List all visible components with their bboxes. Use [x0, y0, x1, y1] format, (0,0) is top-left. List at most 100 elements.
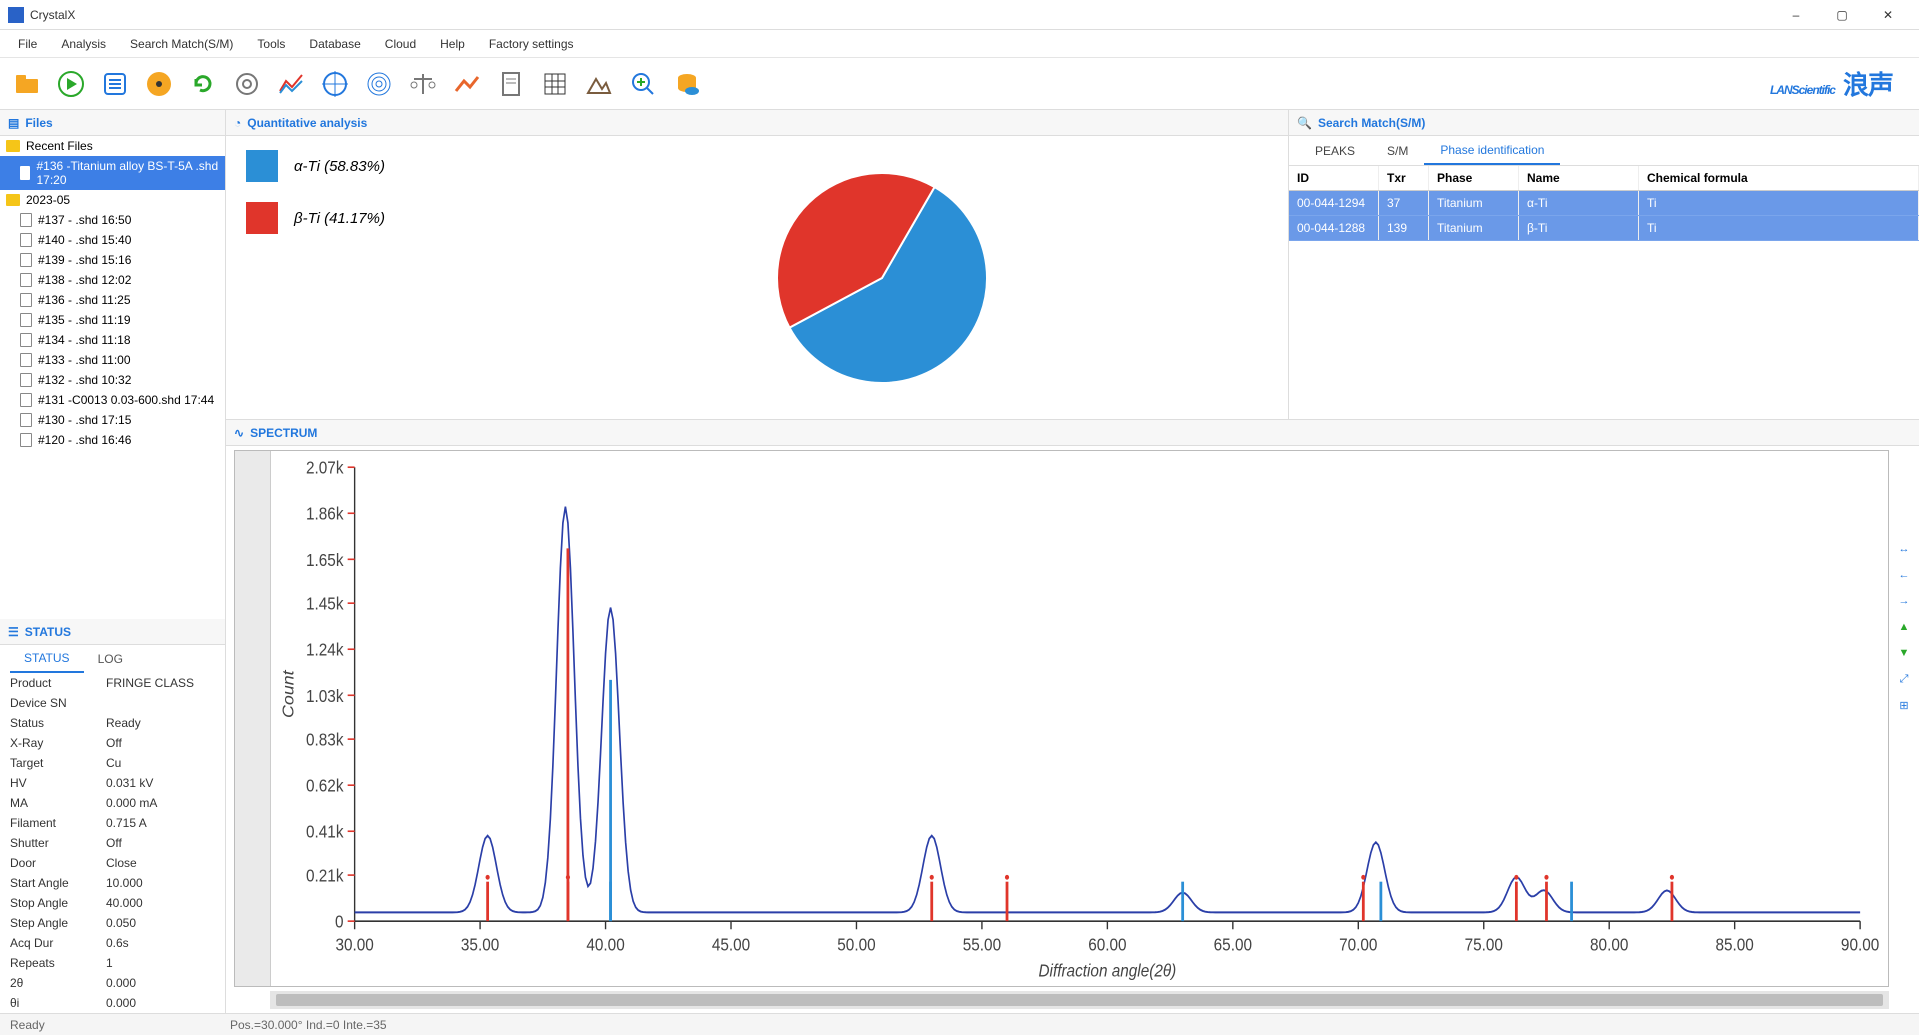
arrow-up-icon[interactable]: ▲: [1893, 616, 1915, 638]
spectrum-chart[interactable]: 30.0035.0040.0045.0050.0055.0060.0065.00…: [271, 451, 1888, 986]
spectrum-panel-header: ∿ SPECTRUM: [226, 420, 1919, 446]
file-row[interactable]: #139 - .shd 15:16: [0, 250, 225, 270]
svg-text:Count: Count: [279, 669, 297, 718]
status-bar: Ready Pos.=30.000° Ind.=0 Inte.=35: [0, 1013, 1919, 1035]
arrow-left-icon[interactable]: ←: [1893, 564, 1915, 586]
menu-file[interactable]: File: [6, 33, 49, 55]
svg-text:0.21k: 0.21k: [306, 865, 344, 885]
file-icon: [20, 233, 32, 247]
folder-row[interactable]: 2023-05: [0, 190, 225, 210]
column-header[interactable]: Txr: [1379, 166, 1429, 190]
table-row[interactable]: 00-044-1288139Titaniumβ-TiTi: [1289, 216, 1919, 241]
spectrum-icon: ∿: [234, 426, 244, 440]
file-icon: [20, 433, 32, 447]
app-icon: [8, 7, 24, 23]
file-row[interactable]: #138 - .shd 12:02: [0, 270, 225, 290]
menu-search-match-s-m-[interactable]: Search Match(S/M): [118, 33, 245, 55]
menu-help[interactable]: Help: [428, 33, 477, 55]
status-row: Repeats1: [0, 953, 225, 973]
files-tree[interactable]: Recent Files#136 -Titanium alloy BS-T-5A…: [0, 136, 225, 619]
file-label: #131 -C0013 0.03-600.shd 17:44: [38, 393, 214, 407]
gear-icon[interactable]: [226, 63, 268, 105]
menu-tools[interactable]: Tools: [245, 33, 297, 55]
mountain-icon[interactable]: [578, 63, 620, 105]
file-row[interactable]: #132 - .shd 10:32: [0, 370, 225, 390]
status-row: θi0.000: [0, 993, 225, 1013]
file-row[interactable]: #133 - .shd 11:00: [0, 350, 225, 370]
open-file-icon[interactable]: [6, 63, 48, 105]
file-row[interactable]: #134 - .shd 11:18: [0, 330, 225, 350]
menu-analysis[interactable]: Analysis: [49, 33, 118, 55]
file-row[interactable]: #135 - .shd 11:19: [0, 310, 225, 330]
search-tab[interactable]: Phase identification: [1424, 137, 1560, 165]
menu-database[interactable]: Database: [297, 33, 372, 55]
file-label: #134 - .shd 11:18: [38, 333, 131, 347]
svg-text:1.65k: 1.65k: [306, 550, 344, 570]
file-row[interactable]: #136 - .shd 11:25: [0, 290, 225, 310]
search-plus-icon[interactable]: [622, 63, 664, 105]
arrows-h-icon[interactable]: ↔: [1893, 538, 1915, 560]
chart-icon[interactable]: [270, 63, 312, 105]
arrow-right-icon[interactable]: →: [1893, 590, 1915, 612]
menu-factory-settings[interactable]: Factory settings: [477, 33, 586, 55]
menu-cloud[interactable]: Cloud: [373, 33, 428, 55]
folder-row[interactable]: Recent Files: [0, 136, 225, 156]
svg-text:2.07k: 2.07k: [306, 458, 344, 478]
trend-icon[interactable]: [446, 63, 488, 105]
brand-logo: LANScientific浪声: [1770, 65, 1893, 102]
table-row[interactable]: 00-044-129437Titaniumα-TiTi: [1289, 191, 1919, 216]
file-row[interactable]: #130 - .shd 17:15: [0, 410, 225, 430]
status-row: X-RayOff: [0, 733, 225, 753]
status-panel-header: ☰ STATUS: [0, 619, 225, 645]
file-label: #139 - .shd 15:16: [38, 253, 131, 267]
list-icon[interactable]: [94, 63, 136, 105]
column-header[interactable]: ID: [1289, 166, 1379, 190]
search-icon: 🔍: [1297, 116, 1312, 130]
column-header[interactable]: Chemical formula: [1639, 166, 1919, 190]
balance-icon[interactable]: [402, 63, 444, 105]
arrow-down-icon[interactable]: ▼: [1893, 642, 1915, 664]
cloud-db-icon[interactable]: [666, 63, 708, 105]
maximize-button[interactable]: ▢: [1819, 0, 1865, 30]
radiation-icon[interactable]: [138, 63, 180, 105]
minimize-button[interactable]: –: [1773, 0, 1819, 30]
column-header[interactable]: Name: [1519, 166, 1639, 190]
document-icon[interactable]: [490, 63, 532, 105]
file-icon: [20, 313, 32, 327]
search-tab[interactable]: S/M: [1371, 138, 1424, 164]
menu-bar: FileAnalysisSearch Match(S/M)ToolsDataba…: [0, 30, 1919, 58]
status-row: TargetCu: [0, 753, 225, 773]
expand-icon[interactable]: ⤢: [1893, 668, 1915, 690]
svg-text:0.83k: 0.83k: [306, 730, 344, 750]
play-icon[interactable]: [50, 63, 92, 105]
file-row[interactable]: #137 - .shd 16:50: [0, 210, 225, 230]
column-header[interactable]: Phase: [1429, 166, 1519, 190]
spectrum-scrollbar[interactable]: [270, 991, 1889, 1009]
app-title: CrystalX: [30, 8, 1773, 22]
file-icon: [20, 166, 30, 180]
status-row: Step Angle0.050: [0, 913, 225, 933]
close-button[interactable]: ✕: [1865, 0, 1911, 30]
spectrum-minimap[interactable]: [235, 451, 271, 986]
search-tab[interactable]: PEAKS: [1299, 138, 1371, 164]
title-bar: CrystalX – ▢ ✕: [0, 0, 1919, 30]
svg-text:60.00: 60.00: [1088, 934, 1126, 954]
status-row: MA0.000 mA: [0, 793, 225, 813]
file-row[interactable]: #120 - .shd 16:46: [0, 430, 225, 450]
file-row[interactable]: #131 -C0013 0.03-600.shd 17:44: [0, 390, 225, 410]
svg-text:80.00: 80.00: [1590, 934, 1628, 954]
status-tab-log[interactable]: LOG: [84, 646, 137, 672]
grid-icon[interactable]: [534, 63, 576, 105]
status-tab-status[interactable]: STATUS: [10, 645, 84, 673]
grid-toggle-icon[interactable]: ⊞: [1893, 694, 1915, 716]
refresh-icon[interactable]: [182, 63, 224, 105]
svg-text:1.45k: 1.45k: [306, 594, 344, 614]
status-row: Start Angle10.000: [0, 873, 225, 893]
svg-text:0: 0: [335, 912, 344, 932]
target-icon[interactable]: [314, 63, 356, 105]
file-row[interactable]: #136 -Titanium alloy BS-T-5A .shd 17:20: [0, 156, 225, 190]
file-row[interactable]: #140 - .shd 15:40: [0, 230, 225, 250]
pie-icon: ◔: [234, 116, 241, 130]
fingerprint-icon[interactable]: [358, 63, 400, 105]
legend-item: β-Ti (41.17%): [246, 202, 496, 234]
